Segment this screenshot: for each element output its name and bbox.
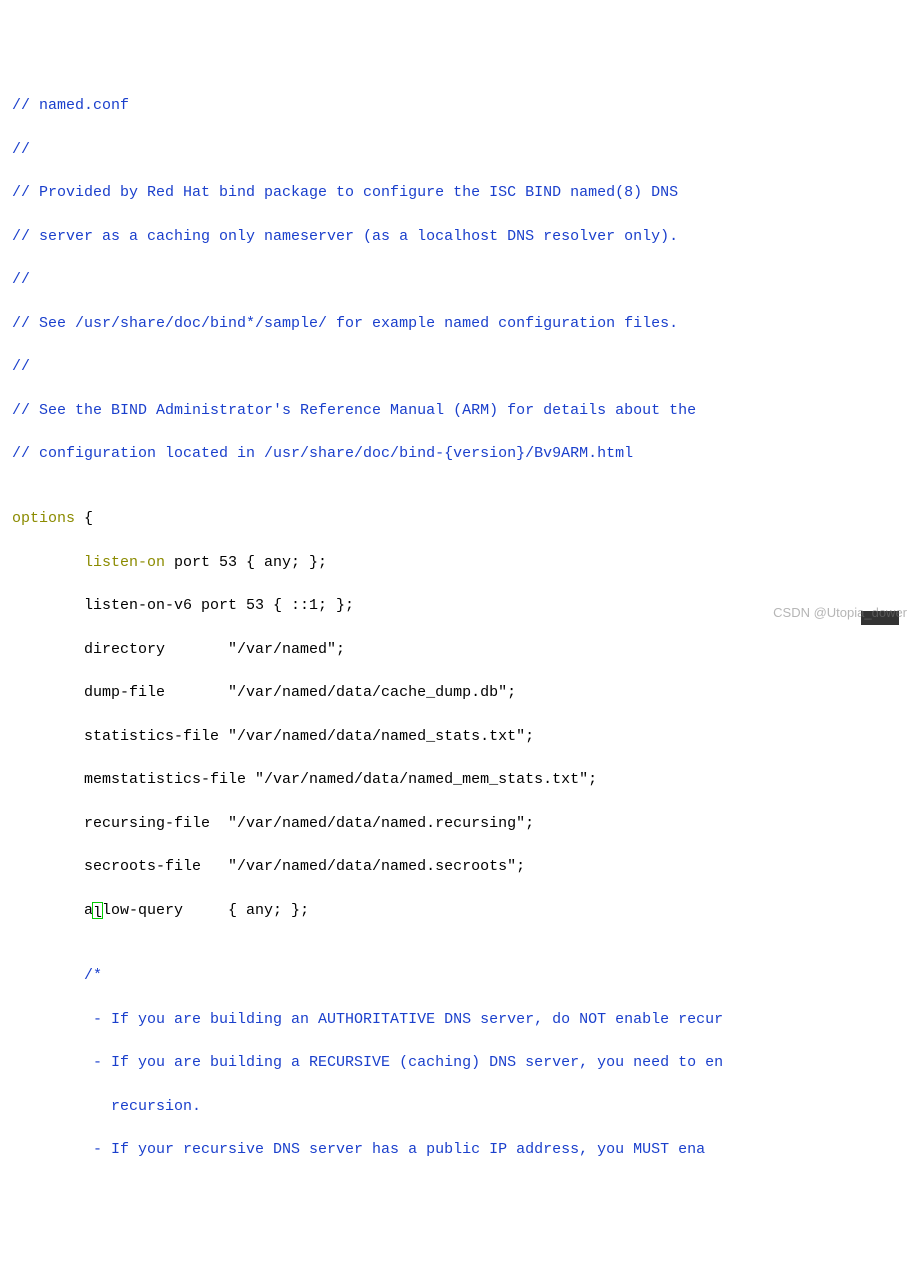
watermark-text: CSDN @Utopia_dower — [773, 604, 907, 623]
comment-line: // server as a caching only nameserver (… — [12, 226, 907, 248]
comment-line: // named.conf — [12, 95, 907, 117]
recursing-file-line: recursing-file "/var/named/data/named.re… — [12, 813, 907, 835]
comment-line: // — [12, 269, 907, 291]
comment-block-line: - If you are building a RECURSIVE (cachi… — [12, 1052, 907, 1074]
comment-block-line: - If your recursive DNS server has a pub… — [12, 1139, 907, 1161]
allow-query-prefix: a — [12, 902, 93, 919]
comment-block-start: /* — [12, 965, 907, 987]
comment-line: // — [12, 139, 907, 161]
options-brace: { — [75, 510, 93, 527]
statistics-file-line: statistics-file "/var/named/data/named_s… — [12, 726, 907, 748]
listen-on-line: listen-on port 53 { any; }; — [12, 552, 907, 574]
comment-line: // Provided by Red Hat bind package to c… — [12, 182, 907, 204]
comment-line: // See /usr/share/doc/bind*/sample/ for … — [12, 313, 907, 335]
directory-line: directory "/var/named"; — [12, 639, 907, 661]
options-keyword: options — [12, 510, 75, 527]
secroots-file-line: secroots-file "/var/named/data/named.sec… — [12, 856, 907, 878]
memstatistics-file-line: memstatistics-file "/var/named/data/name… — [12, 769, 907, 791]
comment-line: // — [12, 356, 907, 378]
dump-file-line: dump-file "/var/named/data/cache_dump.db… — [12, 682, 907, 704]
comment-block-line: recursion. — [12, 1096, 907, 1118]
comment-line: // See the BIND Administrator's Referenc… — [12, 400, 907, 422]
allow-query-suffix: low-query { any; }; — [102, 902, 309, 919]
comment-block-line: - If you are building an AUTHORITATIVE D… — [12, 1009, 907, 1031]
listen-on-value: port 53 { any; }; — [165, 554, 327, 571]
comment-line: // configuration located in /usr/share/d… — [12, 443, 907, 465]
listen-on-keyword: listen-on — [12, 554, 165, 571]
allow-query-line[interactable]: allow-query { any; }; — [12, 900, 907, 922]
options-line: options { — [12, 508, 907, 530]
